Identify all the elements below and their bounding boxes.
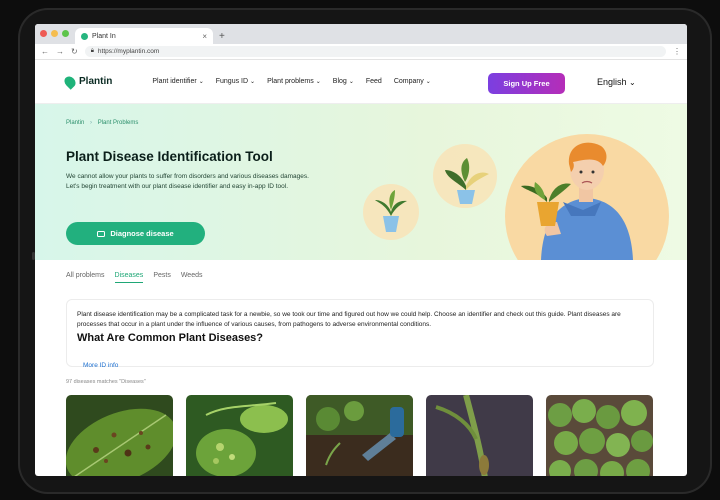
breadcrumb: Plantin › Plant Problems — [66, 120, 139, 126]
main-nav: Plant identifier ⌄ Fungus ID ⌄ Plant probl… — [152, 78, 430, 85]
more-id-info-link[interactable]: More ID info — [83, 362, 118, 369]
info-text: Plant disease identification may be a co… — [77, 311, 621, 328]
tab-diseases[interactable]: Diseases — [114, 272, 144, 283]
language-selector[interactable]: English ⌄ — [597, 77, 636, 87]
disease-card[interactable] — [546, 395, 653, 476]
info-box: Plant disease identification may be a co… — [66, 299, 654, 367]
leaf-logo-icon — [62, 73, 78, 90]
diagnose-button-label: Diagnose disease — [110, 229, 174, 238]
problem-category-tabs: All problems Diseases Pests Weeds — [66, 272, 203, 283]
back-arrow-icon[interactable]: ← — [41, 47, 49, 56]
reload-icon[interactable]: ↻ — [71, 47, 78, 56]
browser-tab[interactable]: Plant In × — [75, 28, 213, 44]
leaf-gall-photo — [186, 395, 293, 476]
section-heading: What Are Common Plant Diseases? — [77, 332, 264, 344]
site-header: Plantin Plant identifier ⌄ Fungus ID ⌄ Pla… — [35, 60, 687, 104]
camera-icon — [97, 230, 106, 237]
chevron-down-icon: ⌄ — [348, 79, 354, 85]
hero-section: Plantin › Plant Problems Plant Disease I… — [35, 104, 687, 260]
chevron-down-icon: ⌄ — [315, 79, 321, 85]
plantin-favicon-icon — [81, 32, 88, 40]
nav-company[interactable]: Company ⌄ — [394, 78, 431, 85]
plantin-logo[interactable]: Plantin — [62, 73, 113, 90]
chevron-down-icon: ⌄ — [629, 78, 636, 87]
logo-text: Plantin — [79, 76, 113, 87]
new-tab-button[interactable]: + — [219, 31, 225, 42]
nav-feed[interactable]: Feed — [366, 78, 382, 85]
lock-icon: 🔒︎ — [90, 48, 94, 54]
close-window-button[interactable] — [40, 30, 47, 37]
matches-count: 97 diseases matches "Diseases" — [66, 379, 146, 385]
tab-pests[interactable]: Pests — [153, 272, 171, 283]
chevron-down-icon: ⌄ — [425, 79, 431, 85]
browser-toolbar: ← → ↻ 🔒︎ https://myplantin.com ⋮ — [35, 44, 687, 60]
browser-tab-bar: Plant In × + — [35, 24, 687, 44]
breadcrumb-current[interactable]: Plant Problems — [98, 120, 139, 126]
disease-card[interactable] — [426, 395, 533, 476]
stem-rot-photo — [426, 395, 533, 476]
breadcrumb-home[interactable]: Plantin — [66, 120, 84, 126]
chevron-down-icon: ⌄ — [198, 79, 204, 85]
chevron-down-icon: ⌄ — [250, 79, 256, 85]
forward-arrow-icon[interactable]: → — [56, 47, 64, 56]
seedling-trowel-photo — [306, 395, 413, 476]
leaf-spot-photo — [66, 395, 173, 476]
tablet-screen: Plant In × + ← → ↻ 🔒︎ https://myplantin.… — [35, 24, 687, 476]
sign-up-button[interactable]: Sign Up Free — [488, 73, 565, 94]
address-bar-url: https://myplantin.com — [97, 48, 160, 55]
window-controls — [40, 30, 69, 37]
disease-card[interactable] — [306, 395, 413, 476]
nav-fungus-id[interactable]: Fungus ID ⌄ — [216, 78, 255, 85]
tab-all-problems[interactable]: All problems — [66, 272, 105, 283]
language-label: English — [597, 77, 627, 87]
hero-illustration — [363, 134, 669, 260]
close-tab-icon[interactable]: × — [202, 32, 207, 41]
nav-plant-identifier[interactable]: Plant identifier ⌄ — [152, 78, 203, 85]
page-title: Plant Disease Identification Tool — [66, 149, 273, 164]
address-bar[interactable]: 🔒︎ https://myplantin.com — [84, 46, 666, 57]
disease-card-list — [66, 395, 653, 476]
nav-blog[interactable]: Blog ⌄ — [333, 78, 354, 85]
browser-tab-title: Plant In — [92, 32, 116, 40]
maximize-window-button[interactable] — [62, 30, 69, 37]
disease-card[interactable] — [186, 395, 293, 476]
disease-card[interactable] — [66, 395, 173, 476]
hero-description: We cannot allow your plants to suffer fr… — [66, 173, 309, 190]
seedling-tray-photo — [546, 395, 653, 476]
minimize-window-button[interactable] — [51, 30, 58, 37]
nav-plant-problems[interactable]: Plant problems ⌄ — [267, 78, 321, 85]
diagnose-disease-button[interactable]: Diagnose disease — [66, 222, 205, 245]
tab-weeds[interactable]: Weeds — [181, 272, 203, 283]
browser-menu-icon[interactable]: ⋮ — [673, 47, 681, 56]
